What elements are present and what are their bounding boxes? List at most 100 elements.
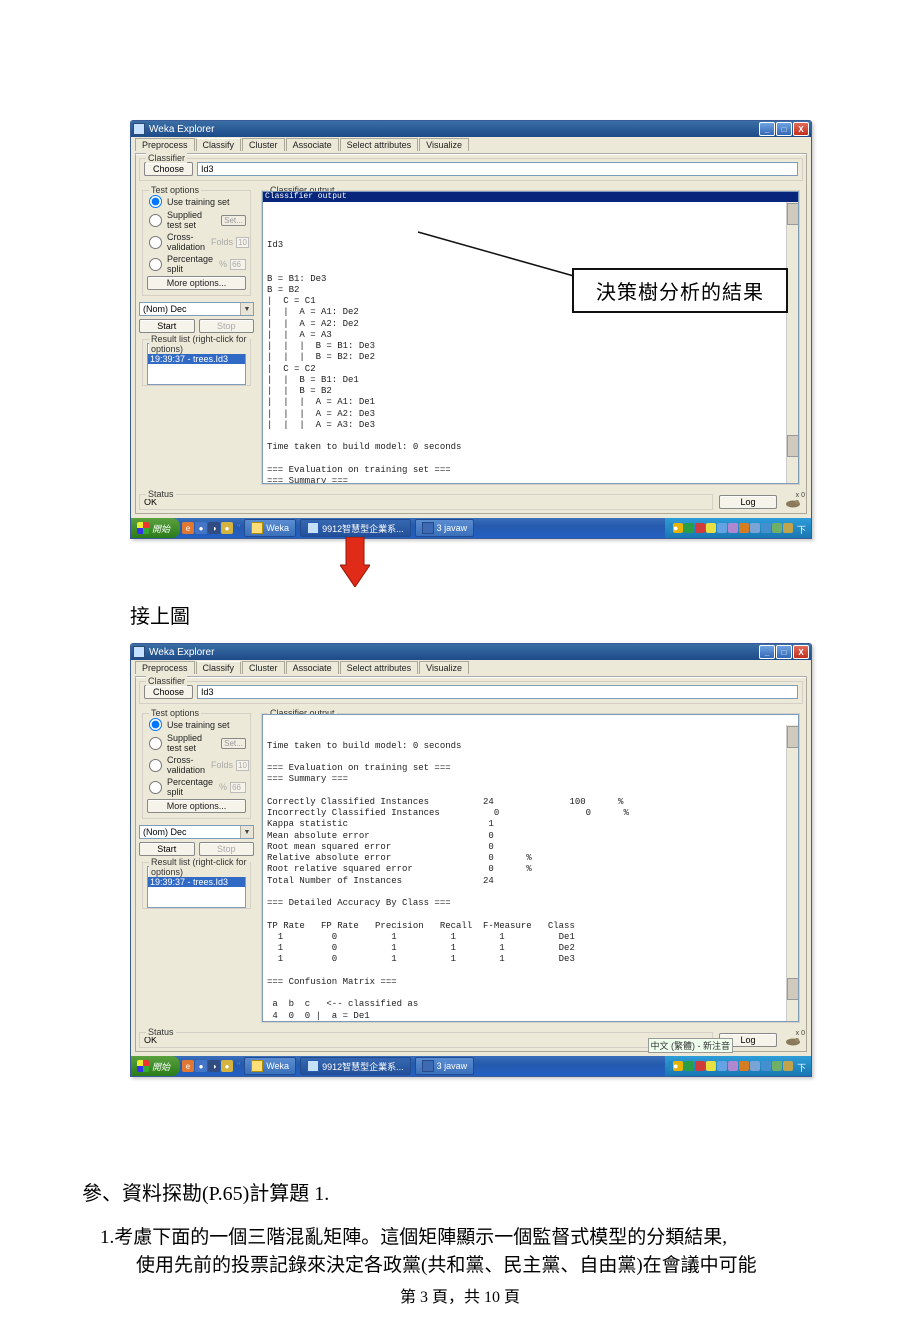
left-column: Test options Use training set Supplied t…: [139, 187, 254, 488]
tray-icon[interactable]: [684, 523, 694, 533]
start-button[interactable]: Start: [139, 842, 195, 856]
radio-supplied[interactable]: [149, 214, 162, 227]
pct-input[interactable]: 66: [230, 259, 246, 270]
launch-icon[interactable]: e: [182, 522, 194, 534]
taskbar-item-javaw[interactable]: 3 javaw: [415, 1057, 475, 1075]
choose-button[interactable]: Choose: [144, 685, 193, 699]
launch-icon[interactable]: ●: [195, 522, 207, 534]
tab-cluster[interactable]: Cluster: [242, 138, 285, 151]
tray-icon[interactable]: [695, 523, 705, 533]
tab-cluster[interactable]: Cluster: [242, 661, 285, 674]
launch-icon[interactable]: ●: [221, 1060, 233, 1072]
tray-icon[interactable]: [761, 1061, 771, 1071]
taskbar-item-weka[interactable]: Weka: [244, 519, 296, 537]
tray-icon[interactable]: [783, 523, 793, 533]
tray-icon[interactable]: [717, 1061, 727, 1071]
tab-visualize[interactable]: Visualize: [419, 661, 469, 674]
page-footer: 第 3 頁，共 10 頁: [0, 1283, 920, 1307]
tray-icon[interactable]: [739, 523, 749, 533]
tab-select-attributes[interactable]: Select attributes: [340, 138, 419, 151]
tray-icon[interactable]: [772, 523, 782, 533]
tray-icon[interactable]: [750, 1061, 760, 1071]
tray-icon[interactable]: [750, 523, 760, 533]
more-options-button[interactable]: More options...: [147, 799, 246, 813]
tray-icon[interactable]: ●: [673, 523, 683, 533]
maximize-button[interactable]: □: [776, 122, 792, 136]
classify-panel: Classifier Choose Id3 Test options Use t…: [135, 153, 807, 514]
quick-launch: e ● ◑ ●: [182, 1060, 233, 1072]
scrollbar[interactable]: [786, 202, 799, 484]
tray-icon[interactable]: [695, 1061, 705, 1071]
list-item[interactable]: 19:39:37 - trees.Id3: [148, 877, 245, 887]
stop-button[interactable]: Stop: [199, 319, 255, 333]
list-item[interactable]: 19:39:37 - trees.Id3: [148, 354, 245, 364]
radio-percentage[interactable]: [149, 781, 162, 794]
tray-icon[interactable]: [728, 523, 738, 533]
launch-icon[interactable]: e: [182, 1060, 194, 1072]
radio-use-training[interactable]: [149, 195, 162, 208]
window-buttons: _ □ X: [759, 645, 809, 659]
class-combo[interactable]: (Nom) Dec ▼: [139, 302, 254, 316]
radio-use-training[interactable]: [149, 718, 162, 731]
taskbar-item-javaw[interactable]: 3 javaw: [415, 519, 475, 537]
log-button[interactable]: Log: [719, 495, 777, 509]
launch-icon[interactable]: ●: [195, 1060, 207, 1072]
tab-classify[interactable]: Classify: [196, 138, 242, 151]
classifier-field[interactable]: Id3: [197, 162, 798, 176]
tab-visualize[interactable]: Visualize: [419, 138, 469, 151]
set-button[interactable]: Set...: [221, 738, 246, 749]
minimize-button[interactable]: _: [759, 645, 775, 659]
class-combo[interactable]: (Nom) Dec ▼: [139, 825, 254, 839]
radio-cross[interactable]: [149, 759, 162, 772]
radio-supplied[interactable]: [149, 737, 162, 750]
tab-preprocess[interactable]: Preprocess: [135, 661, 195, 674]
pct-input[interactable]: 66: [230, 782, 246, 793]
maximize-button[interactable]: □: [776, 645, 792, 659]
tray-icon[interactable]: [739, 1061, 749, 1071]
tray-icon[interactable]: [772, 1061, 782, 1071]
start-label: 開始: [152, 1060, 170, 1073]
start-menu-button[interactable]: 開始: [131, 518, 180, 538]
tray-icon[interactable]: [706, 523, 716, 533]
minimize-button[interactable]: _: [759, 122, 775, 136]
folds-input[interactable]: 10: [236, 760, 249, 771]
more-options-button[interactable]: More options...: [147, 276, 246, 290]
radio-cross[interactable]: [149, 236, 162, 249]
tray-icon[interactable]: [761, 523, 771, 533]
scrollbar[interactable]: [786, 725, 799, 1022]
launch-icon[interactable]: ●: [221, 522, 233, 534]
ime-indicator[interactable]: 中文 (繁體) - 新注音: [648, 1038, 734, 1053]
taskbar-item-doc[interactable]: 9912智慧型企業系...: [300, 519, 411, 537]
start-button[interactable]: Start: [139, 319, 195, 333]
taskbar-item-doc[interactable]: 9912智慧型企業系...: [300, 1057, 411, 1075]
tray-icon[interactable]: ●: [673, 1061, 683, 1071]
classifier-field[interactable]: Id3: [197, 685, 798, 699]
radio-percentage[interactable]: [149, 258, 162, 271]
set-button[interactable]: Set...: [221, 215, 246, 226]
label-cross: Cross-validation: [167, 232, 205, 252]
tab-classify[interactable]: Classify: [196, 661, 242, 674]
callout-box: 決策樹分析的結果: [572, 268, 788, 313]
launch-icon[interactable]: ◑: [208, 522, 220, 534]
classifier-group: Classifier Choose Id3: [139, 158, 803, 181]
close-button[interactable]: X: [793, 645, 809, 659]
start-menu-button[interactable]: 開始: [131, 1056, 180, 1076]
close-button[interactable]: X: [793, 122, 809, 136]
label-use-training: Use training set: [167, 720, 230, 730]
tray-icon[interactable]: [717, 523, 727, 533]
tray-icon[interactable]: [728, 1061, 738, 1071]
tab-associate[interactable]: Associate: [286, 661, 339, 674]
launch-icon[interactable]: ◑: [208, 1060, 220, 1072]
tray-icon[interactable]: [783, 1061, 793, 1071]
label-folds: Folds: [211, 760, 233, 770]
tray-icon[interactable]: [684, 1061, 694, 1071]
stop-button[interactable]: Stop: [199, 842, 255, 856]
taskbar-item-weka[interactable]: Weka: [244, 1057, 296, 1075]
choose-button[interactable]: Choose: [144, 162, 193, 176]
tray-icon[interactable]: [706, 1061, 716, 1071]
tab-associate[interactable]: Associate: [286, 138, 339, 151]
classifier-output[interactable]: Time taken to build model: 0 seconds ===…: [262, 714, 799, 1022]
folds-input[interactable]: 10: [236, 237, 249, 248]
tab-select-attributes[interactable]: Select attributes: [340, 661, 419, 674]
tab-preprocess[interactable]: Preprocess: [135, 138, 195, 151]
